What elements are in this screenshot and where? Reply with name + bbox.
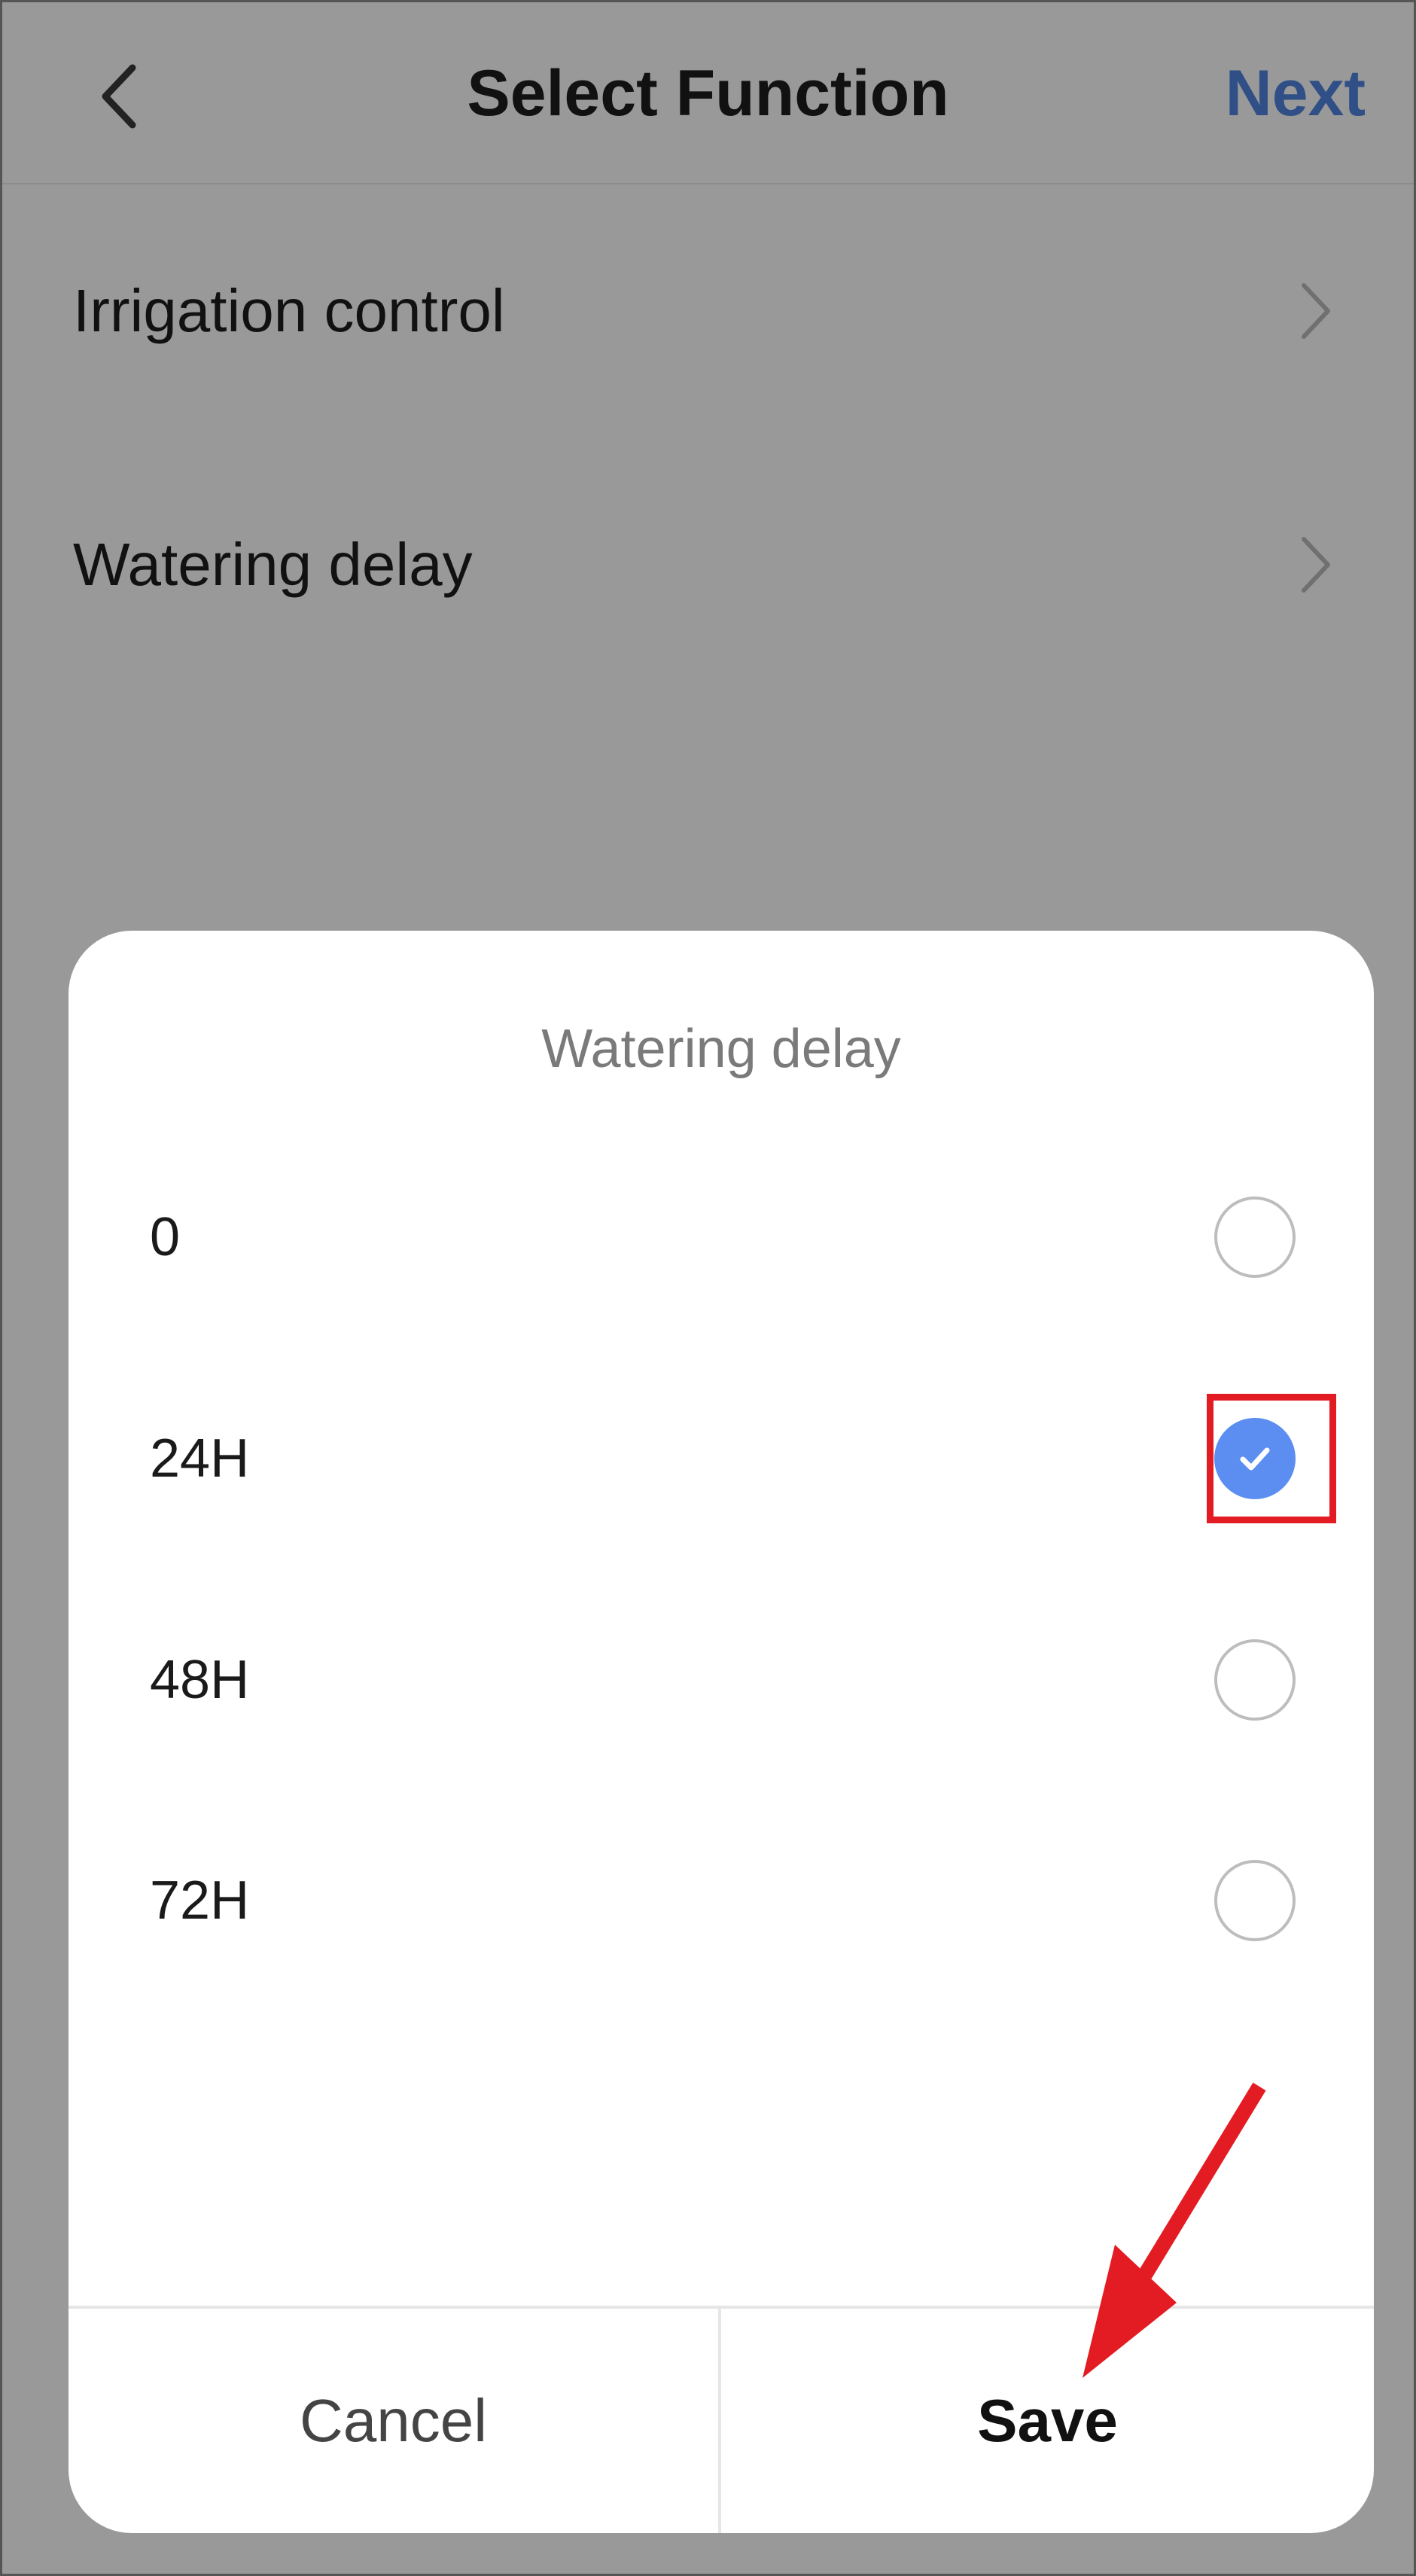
option-row-24h[interactable]: 24H [69,1383,1374,1534]
menu-item-label: Watering delay [73,531,473,598]
option-row-72h[interactable]: 72H [69,1825,1374,1976]
dialog-title: Watering delay [541,1019,901,1079]
red-arrow-icon [1083,2082,1266,2378]
option-label: 24H [150,1428,250,1489]
menu-item-irrigation-control[interactable]: Irrigation control [2,239,1414,383]
check-icon [1240,1447,1270,1471]
radio-button[interactable] [1214,1860,1296,1941]
page-title: Select Function [467,57,949,130]
cancel-button[interactable]: Cancel [69,2309,721,2533]
menu-item-label: Irrigation control [73,277,505,344]
menu-item-watering-delay[interactable]: Watering delay [2,493,1414,636]
option-label: 0 [150,1207,181,1267]
app-screen: Select Function Next Irrigation control … [0,0,1416,2576]
radio-button[interactable] [1214,1197,1296,1278]
radio-button[interactable] [1214,1639,1296,1721]
option-label: 48H [150,1650,250,1710]
chevron-right-icon [1302,537,1330,593]
next-button[interactable]: Next [1226,56,1366,131]
option-label: 72H [150,1870,250,1931]
top-nav-bar: Select Function Next [2,2,1414,184]
option-row-48h[interactable]: 48H [69,1605,1374,1755]
radio-button-selected[interactable] [1214,1418,1296,1499]
chevron-right-icon [1302,283,1330,339]
option-row-0[interactable]: 0 [69,1162,1374,1312]
